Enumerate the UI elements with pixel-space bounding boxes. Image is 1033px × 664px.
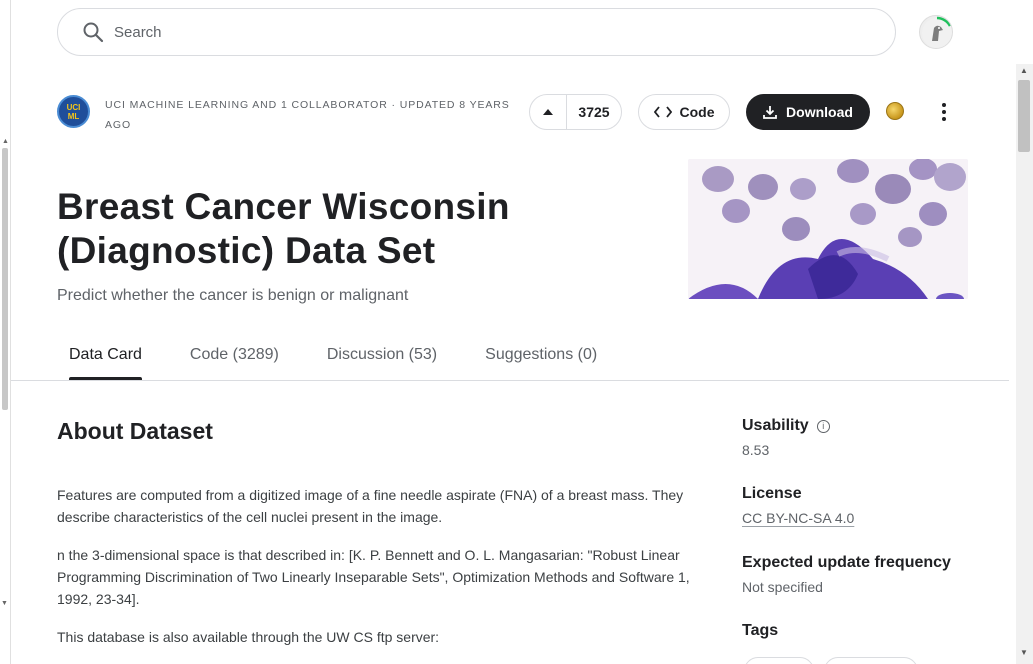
more-options-icon[interactable] — [932, 100, 956, 124]
owner-logo-text: ML — [67, 111, 80, 121]
owner-logo-text: UCI — [66, 102, 81, 112]
tag-chip[interactable] — [824, 657, 918, 664]
tag-chip[interactable] — [744, 657, 814, 664]
license-link[interactable]: CC BY-NC-SA 4.0 — [742, 510, 854, 526]
scroll-down-arrow-icon[interactable]: ▼ — [1020, 648, 1028, 657]
code-button-label: Code — [679, 104, 715, 120]
about-paragraph: Features are computed from a digitized i… — [57, 487, 684, 525]
tab-code[interactable]: Code (3289) — [178, 340, 291, 380]
caret-up-icon — [543, 109, 553, 115]
dataset-tabs: Data Card Code (3289) Discussion (53) Su… — [57, 340, 609, 380]
download-icon — [763, 106, 777, 119]
search-icon — [82, 21, 104, 43]
about-dataset-heading: About Dataset — [57, 418, 213, 444]
code-button[interactable]: Code — [638, 94, 730, 130]
tab-data-card[interactable]: Data Card — [57, 340, 154, 380]
scroll-up-arrow-icon[interactable]: ▲ — [1020, 66, 1028, 75]
search-input[interactable] — [114, 23, 814, 41]
about-paragraph: n the 3-dimensional space is that descri… — [57, 547, 690, 607]
upvote-control[interactable]: 3725 — [529, 94, 622, 130]
left-scrollbar[interactable]: ▲ ▼ — [0, 0, 11, 664]
vote-count: 3725 — [578, 104, 610, 120]
usability-value: 8.53 — [742, 442, 770, 458]
usability-heading: Usability i — [742, 417, 830, 435]
upvote-button[interactable] — [530, 95, 567, 129]
usability-label: Usability — [742, 417, 809, 434]
update-frequency-value: Not specified — [742, 579, 823, 595]
tab-discussion[interactable]: Discussion (53) — [315, 340, 449, 380]
tab-suggestions[interactable]: Suggestions (0) — [473, 340, 609, 380]
tabs-divider — [11, 380, 1009, 381]
about-paragraph: This database is also available through … — [57, 629, 440, 645]
scroll-up-arrow-icon[interactable]: ▲ — [2, 138, 9, 145]
dataset-subtitle: Predict whether the cancer is benign or … — [57, 287, 409, 304]
search-bar[interactable] — [57, 8, 896, 56]
owner-and-update-info[interactable]: UCI Machine Learning and 1 collaborator … — [105, 95, 510, 135]
dataset-cover-image — [688, 159, 968, 299]
code-icon — [653, 106, 672, 118]
license-label: License — [742, 485, 802, 502]
dataset-title: Breast Cancer Wisconsin (Diagnostic) Dat… — [57, 186, 510, 271]
info-icon[interactable]: i — [816, 419, 830, 433]
page-scrollbar-thumb[interactable] — [1018, 80, 1030, 152]
tags-label: Tags — [742, 622, 779, 639]
scroll-down-arrow-icon[interactable]: ▼ — [1, 600, 8, 607]
update-frequency-label: Expected update frequency — [742, 554, 951, 571]
medal-icon[interactable] — [886, 102, 904, 120]
owner-avatar[interactable]: UCI ML — [57, 95, 90, 128]
left-scrollbar-thumb[interactable] — [2, 148, 8, 410]
page-scrollbar[interactable]: ▲ ▼ — [1016, 64, 1033, 664]
download-button-label: Download — [786, 104, 853, 120]
user-avatar[interactable] — [919, 15, 953, 49]
download-button[interactable]: Download — [746, 94, 870, 130]
